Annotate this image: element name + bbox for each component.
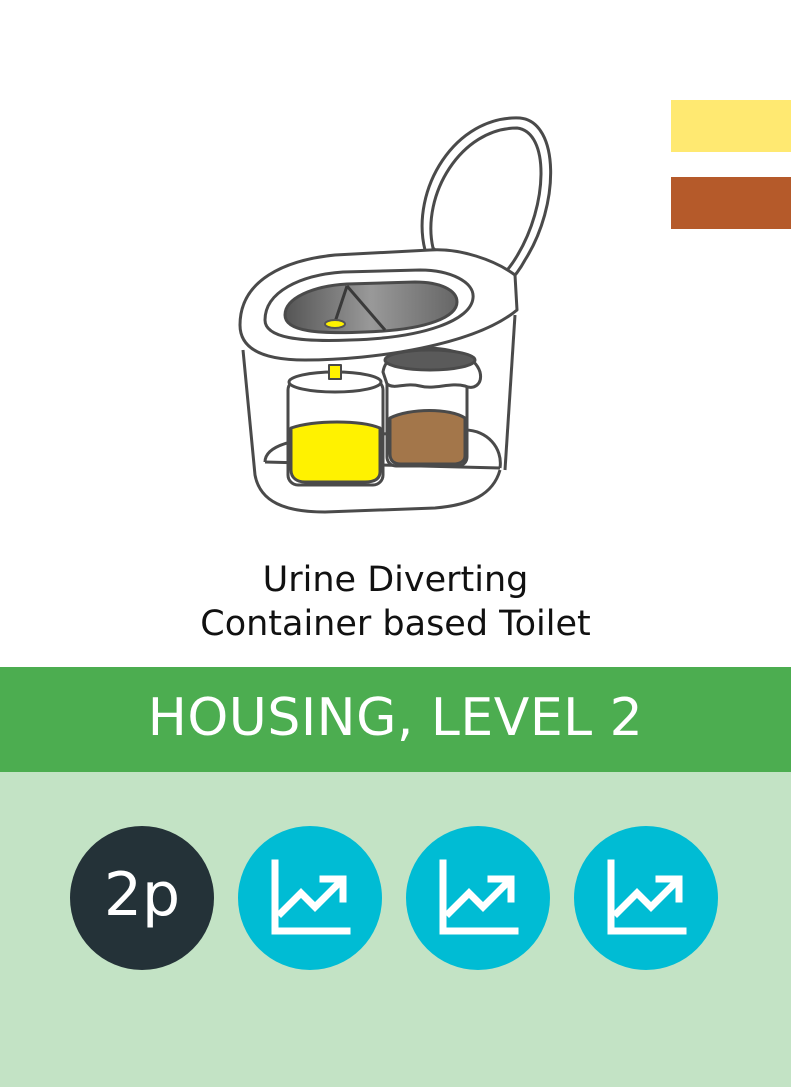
title-line-2: Container based Toilet <box>200 604 591 644</box>
people-badge: 2p <box>70 826 214 970</box>
trend-badge-3 <box>574 826 718 970</box>
toilet-title: Urine Diverting Container based Toilet <box>0 558 791 646</box>
level-banner-label: HOUSING, LEVEL 2 <box>147 687 644 748</box>
trend-up-icon <box>271 859 351 935</box>
title-line-1: Urine Diverting <box>262 560 529 600</box>
people-badge-label: 2p <box>103 860 181 930</box>
trend-badge-2 <box>406 826 550 970</box>
trend-up-icon <box>607 859 687 935</box>
toilet-illustration <box>238 116 553 514</box>
trend-badge-1 <box>238 826 382 970</box>
level-banner: HOUSING, LEVEL 2 <box>0 667 791 772</box>
trend-up-icon <box>439 859 519 935</box>
feces-color-swatch <box>671 177 791 229</box>
urine-color-swatch <box>671 100 791 152</box>
